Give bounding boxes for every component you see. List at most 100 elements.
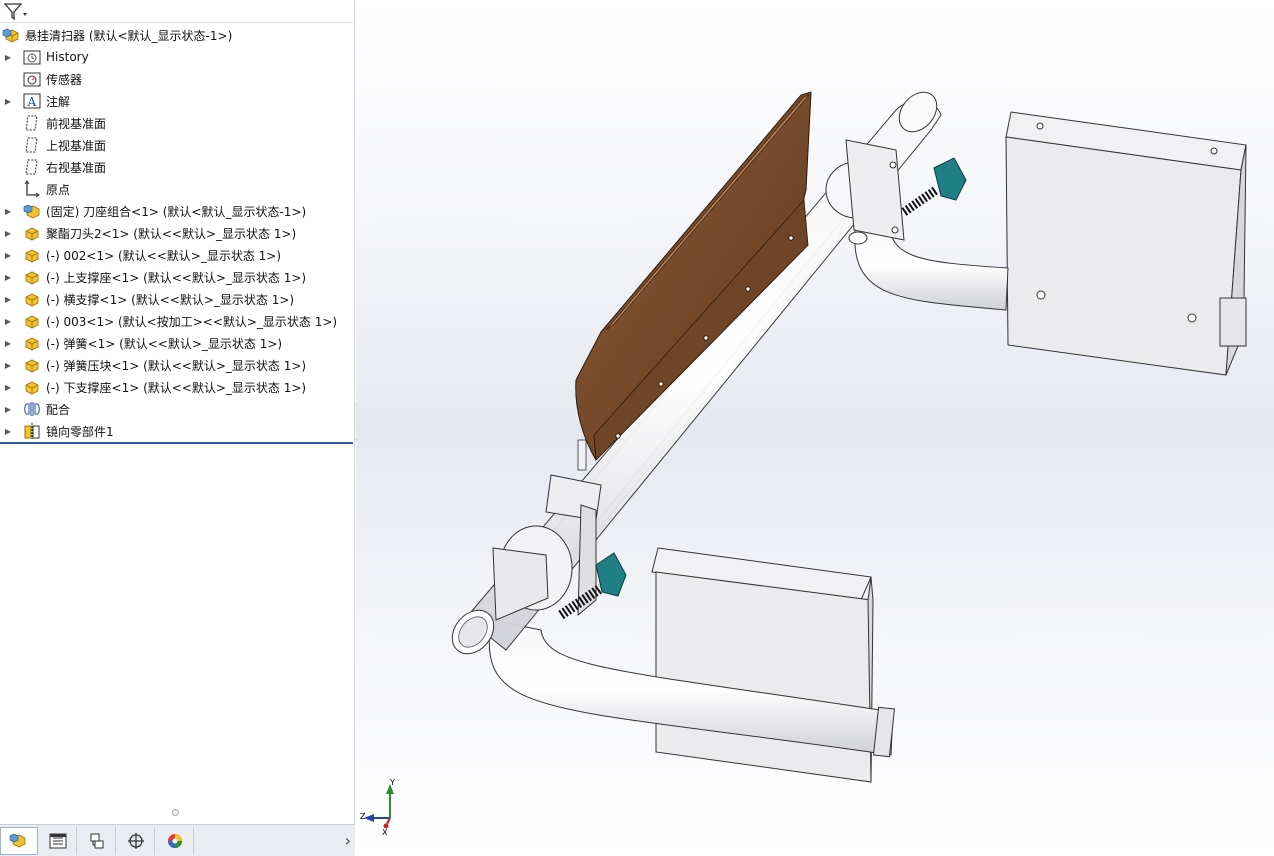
part-icon (25, 359, 39, 373)
expand-arrow-icon[interactable]: ▶ (1, 46, 15, 68)
plane-icon (25, 159, 38, 175)
graphics-area[interactable]: Y Z X (356, 0, 1274, 856)
display-manager-tab[interactable] (156, 827, 194, 855)
manager-tabs: › (0, 824, 355, 856)
upper-spring[interactable] (901, 186, 939, 216)
triad-x-label: X (382, 828, 388, 837)
tree-item[interactable]: ▶ (-) 弹簧压块<1> (默认<<默认>_显示状态 1>) (0, 354, 353, 376)
origin-icon (24, 180, 40, 198)
tree-item-label: 原点 (46, 182, 71, 197)
tree-root-assembly[interactable]: 悬挂清扫器 (默认<默认_显示状态-1>) (0, 24, 353, 46)
expand-arrow-icon[interactable]: ▶ (1, 244, 15, 266)
feature-manager-panel: 悬挂清扫器 (默认<默认_显示状态-1>) ▶ History 传感器 ▶ A 注解前视基… (0, 0, 355, 856)
plane-icon (25, 115, 38, 131)
tree-item-label: (-) 003<1> (默认<按加工><<默认>_显示状态 1>) (46, 314, 338, 329)
tree-item[interactable]: ▶ (-) 003<1> (默认<按加工><<默认>_显示状态 1>) (0, 310, 353, 332)
part-icon (25, 227, 39, 241)
expand-placeholder (1, 156, 15, 178)
tree-item-label: History (46, 50, 89, 64)
tree-item[interactable]: ▶ 聚酯刀头2<1> (默认<<默认>_显示状态 1>) (0, 222, 353, 244)
tree-item[interactable]: ▶ History (0, 46, 353, 68)
tree-item-label: (-) 横支撑<1> (默认<<默认>_显示状态 1>) (46, 292, 295, 307)
expand-arrow-icon[interactable]: ▶ (1, 266, 15, 288)
right-bracket-plate[interactable] (1005, 111, 1247, 376)
propertymanager-tab[interactable] (39, 827, 77, 855)
feature-tree: 悬挂清扫器 (默认<默认_显示状态-1>) ▶ History 传感器 ▶ A 注解前视基… (0, 24, 353, 442)
tree-item[interactable]: 原点 (0, 178, 353, 200)
panel-resize-handle[interactable] (172, 809, 179, 816)
tree-item[interactable]: ▶ (-) 横支撑<1> (默认<<默认>_显示状态 1>) (0, 288, 353, 310)
expand-arrow-icon[interactable]: ▶ (1, 332, 15, 354)
plane-icon (25, 137, 38, 153)
history-folder-icon (23, 50, 41, 65)
tree-item[interactable]: ▶ (-) 下支撑座<1> (默认<<默认>_显示状态 1>) (0, 376, 353, 398)
tree-item[interactable]: ▶ 镜向零部件1 (0, 420, 353, 442)
expand-arrow-icon[interactable]: ▶ (1, 376, 15, 398)
mates-icon (24, 402, 40, 416)
expand-arrow-icon[interactable]: ▶ (1, 310, 15, 332)
expand-placeholder (1, 68, 15, 90)
expand-arrow-icon[interactable]: ▶ (1, 90, 15, 112)
model-view[interactable] (356, 0, 1274, 856)
tree-item-label: (-) 下支撑座<1> (默认<<默认>_显示状态 1>) (46, 380, 307, 395)
expand-arrow-icon[interactable]: ▶ (1, 222, 15, 244)
filter-icon[interactable] (3, 2, 29, 21)
propertymanager-tab-icon (49, 833, 66, 849)
tree-item[interactable]: 传感器 (0, 68, 353, 90)
tree-item[interactable]: ▶ A 注解 (0, 90, 353, 112)
upper-pin (848, 231, 868, 245)
expand-arrow-icon[interactable]: ▶ (1, 200, 15, 222)
tree-item[interactable]: 前视基准面 (0, 112, 353, 134)
tree-item-label: (-) 002<1> (默认<<默认>_显示状态 1>) (46, 248, 282, 263)
svg-text:A: A (27, 95, 37, 109)
part-icon (25, 293, 39, 307)
tree-item-label: (固定) 刀座组合<1> (默认<默认_显示状态-1>) (46, 204, 307, 219)
part-icon (25, 337, 39, 351)
part-icon (25, 249, 39, 263)
configurationmanager-tab[interactable] (78, 827, 116, 855)
tree-item-label: (-) 上支撑座<1> (默认<<默认>_显示状态 1>) (46, 270, 307, 285)
tree-item-label: 传感器 (46, 72, 83, 87)
subassembly-icon (23, 204, 40, 219)
tree-item-label: (-) 弹簧压块<1> (默认<<默认>_显示状态 1>) (46, 358, 307, 373)
configurationmanager-tab-icon (90, 833, 103, 849)
tree-item[interactable]: ▶ (固定) 刀座组合<1> (默认<默认_显示状态-1>) (0, 200, 353, 222)
dimxpert-tab-icon (127, 833, 144, 849)
expand-placeholder (1, 134, 15, 156)
expand-arrow-icon[interactable]: ▶ (1, 420, 15, 442)
filter-bar (0, 0, 353, 23)
triad-z-label: Z (360, 812, 366, 821)
tree-item-label: 右视基准面 (46, 160, 107, 175)
tree-item-label: 配合 (46, 402, 71, 417)
part-icon (25, 315, 39, 329)
tree-item-label: 上视基准面 (46, 138, 107, 153)
tree-item-label: 注解 (46, 94, 71, 109)
tree-item-label: 前视基准面 (46, 116, 107, 131)
upper-tension-knob[interactable] (933, 157, 967, 201)
tree-item[interactable]: ▶ (-) 上支撑座<1> (默认<<默认>_显示状态 1>) (0, 266, 353, 288)
mirror-component-icon (24, 423, 40, 439)
expand-arrow-icon[interactable]: ▶ (1, 354, 15, 376)
sensor-icon (23, 72, 41, 87)
expand-placeholder (1, 112, 15, 134)
assembly-icon (2, 28, 19, 43)
expand-arrow-icon[interactable]: ▶ (1, 398, 15, 420)
triad-y-label: Y (390, 778, 395, 787)
tree-item[interactable]: ▶ (-) 002<1> (默认<<默认>_显示状态 1>) (0, 244, 353, 266)
tabs-scroll-right-icon[interactable]: › (345, 831, 351, 850)
tree-item[interactable]: ▶ 配合 (0, 398, 353, 420)
featuremanager-tab[interactable] (0, 827, 38, 855)
tree-item-label: (-) 弹簧<1> (默认<<默认>_显示状态 1>) (46, 336, 283, 351)
tree-item[interactable]: 上视基准面 (0, 134, 353, 156)
expand-arrow-icon[interactable]: ▶ (1, 288, 15, 310)
expand-placeholder (1, 178, 15, 200)
part-icon (25, 271, 39, 285)
annotation-icon: A (23, 93, 41, 109)
part-icon (25, 381, 39, 395)
tree-item[interactable]: ▶ (-) 弹簧<1> (默认<<默认>_显示状态 1>) (0, 332, 353, 354)
featuremanager-tab-icon (9, 833, 26, 848)
tree-item-label: 聚酯刀头2<1> (默认<<默认>_显示状态 1>) (46, 226, 297, 241)
lower-tension-knob[interactable] (595, 552, 627, 597)
tree-item[interactable]: 右视基准面 (0, 156, 353, 178)
dimxpert-tab[interactable] (117, 827, 155, 855)
